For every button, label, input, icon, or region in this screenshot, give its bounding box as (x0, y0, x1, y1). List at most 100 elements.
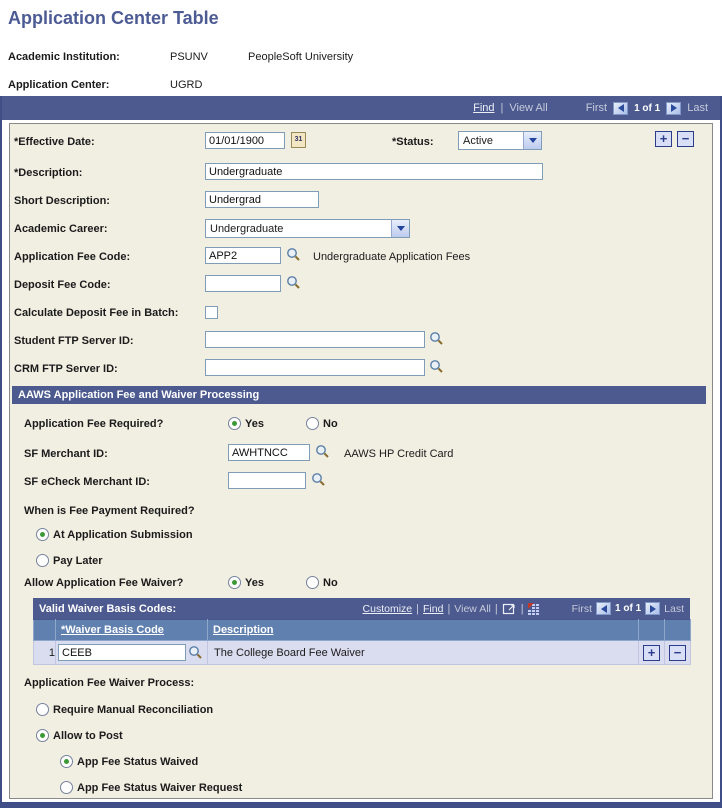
customize-link[interactable]: Customize (363, 603, 413, 615)
waiver-basis-grid: Valid Waiver Basis Codes: Customize | Fi… (33, 598, 691, 665)
fee-required-label: Application Fee Required? (24, 418, 164, 430)
grid-separator: | (494, 602, 498, 615)
institution-code: PSUNV (170, 51, 208, 63)
grid-next-button[interactable] (645, 602, 661, 615)
allow-waiver-no-radio[interactable] (306, 576, 319, 589)
lookup-icon[interactable] (429, 359, 444, 375)
status-waived-radio[interactable] (60, 755, 73, 768)
view-all-link[interactable]: View All (509, 102, 547, 114)
when-fee-payment-label: When is Fee Payment Required? (24, 505, 195, 517)
dropdown-arrow-icon[interactable] (391, 220, 409, 237)
calculate-deposit-checkbox[interactable] (205, 306, 218, 319)
last-label: Last (687, 102, 708, 114)
deposit-fee-code-input[interactable] (205, 275, 281, 292)
download-grid-icon[interactable] (527, 602, 542, 615)
delete-row-button[interactable]: − (677, 131, 694, 147)
sf-merchant-input[interactable] (228, 444, 310, 461)
lookup-icon[interactable] (286, 275, 301, 291)
academic-career-dropdown[interactable]: Undergraduate (205, 219, 410, 238)
waiver-basis-code-header: *Waiver Basis Code (55, 619, 208, 641)
grid-row-position: 1 of 1 (615, 603, 642, 614)
fee-required-yes-radio[interactable] (228, 417, 241, 430)
allow-waiver-label: Allow Application Fee Waiver? (24, 577, 184, 589)
grid-find-link[interactable]: Find (423, 603, 443, 615)
add-row-button[interactable]: + (655, 131, 672, 147)
institution-name: PeopleSoft University (248, 51, 354, 63)
fee-required-no-radio[interactable] (306, 417, 319, 430)
calendar-icon[interactable]: 31 (291, 132, 306, 148)
waiver-basis-code-header-link[interactable]: *Waiver Basis Code (61, 624, 164, 636)
crm-ftp-input[interactable] (205, 359, 425, 376)
fee-required-no-label: No (323, 418, 338, 430)
effective-date-input[interactable] (205, 132, 285, 149)
page-title: Application Center Table (8, 8, 219, 28)
status-waived-label: App Fee Status Waived (77, 756, 199, 768)
student-ftp-input[interactable] (205, 331, 425, 348)
effective-date-label: *Effective Date: (14, 136, 95, 148)
lookup-icon[interactable] (315, 444, 330, 460)
pay-later-radio[interactable] (36, 554, 49, 567)
sf-merchant-label: SF Merchant ID: (24, 448, 108, 460)
allow-to-post-label: Allow to Post (53, 730, 123, 742)
grid-separator: | (447, 602, 451, 615)
allow-waiver-no-label: No (323, 577, 338, 589)
allow-waiver-yes-radio[interactable] (228, 576, 241, 589)
grid-header-bar: Valid Waiver Basis Codes: Customize | Fi… (33, 598, 690, 619)
application-fee-code-input[interactable] (205, 247, 281, 264)
description-header: Description (207, 619, 639, 641)
grid-add-row-button[interactable]: + (643, 644, 660, 661)
at-submission-label: At Application Submission (53, 529, 193, 541)
previous-row-button[interactable] (613, 101, 629, 115)
table-row: 1 The College Board Fee Waiver + − (33, 640, 691, 665)
status-value: Active (463, 134, 493, 147)
left-arrow-icon (600, 604, 607, 613)
application-center-label: Application Center: (8, 79, 110, 91)
popup-window-icon[interactable] (502, 602, 517, 615)
lookup-icon[interactable] (311, 472, 326, 488)
lookup-icon[interactable] (286, 247, 301, 263)
row-number: 1 (33, 640, 56, 665)
waiver-request-radio[interactable] (60, 781, 73, 794)
pay-later-label: Pay Later (53, 555, 103, 567)
allow-to-post-radio[interactable] (36, 729, 49, 742)
row-number-header (33, 619, 56, 641)
grid-separator: | (416, 602, 419, 615)
scroll-area-frame: Find | View All First 1 of 1 Last *Effec… (0, 96, 722, 808)
require-manual-label: Require Manual Reconciliation (53, 704, 214, 716)
institution-label: Academic Institution: (8, 51, 120, 63)
scroll-area-navbar: Find | View All First 1 of 1 Last (2, 96, 720, 120)
application-center-code: UGRD (170, 79, 203, 91)
lookup-icon[interactable] (429, 331, 444, 347)
right-arrow-icon (670, 104, 677, 112)
grid-separator: | (520, 602, 524, 615)
dropdown-arrow-icon[interactable] (523, 132, 541, 149)
grid-delete-row-button[interactable]: − (669, 644, 686, 661)
academic-career-label: Academic Career: (14, 223, 108, 235)
sf-echeck-input[interactable] (228, 472, 306, 489)
waiver-basis-table: *Waiver Basis Code Description 1 The Col… (33, 619, 691, 665)
status-dropdown[interactable]: Active (458, 131, 542, 150)
short-description-input[interactable] (205, 191, 319, 208)
application-fee-code-description: Undergraduate Application Fees (313, 251, 471, 263)
lookup-icon[interactable] (188, 645, 203, 661)
grid-view-all-link[interactable]: View All (454, 603, 491, 615)
at-submission-radio[interactable] (36, 528, 49, 541)
next-row-button[interactable] (666, 101, 682, 115)
waiver-basis-code-input[interactable] (58, 644, 186, 661)
require-manual-radio[interactable] (36, 703, 49, 716)
waiver-request-label: App Fee Status Waiver Request (77, 782, 243, 794)
calculate-deposit-label: Calculate Deposit Fee in Batch: (14, 307, 179, 319)
description-input[interactable] (205, 163, 543, 180)
row-position: 1 of 1 (634, 102, 661, 114)
description-header-link[interactable]: Description (213, 624, 274, 636)
aaws-section-header: AAWS Application Fee and Waiver Processi… (12, 386, 706, 404)
grid-last-label: Last (664, 602, 684, 615)
deposit-fee-code-label: Deposit Fee Code: (14, 279, 111, 291)
chevron-down-icon (528, 138, 537, 143)
waiver-description-cell: The College Board Fee Waiver (207, 640, 639, 665)
find-link[interactable]: Find (473, 102, 494, 114)
status-label: *Status: (392, 136, 434, 148)
right-arrow-icon (649, 604, 656, 613)
grid-title: Valid Waiver Basis Codes: (39, 602, 177, 615)
grid-previous-button[interactable] (596, 602, 612, 615)
